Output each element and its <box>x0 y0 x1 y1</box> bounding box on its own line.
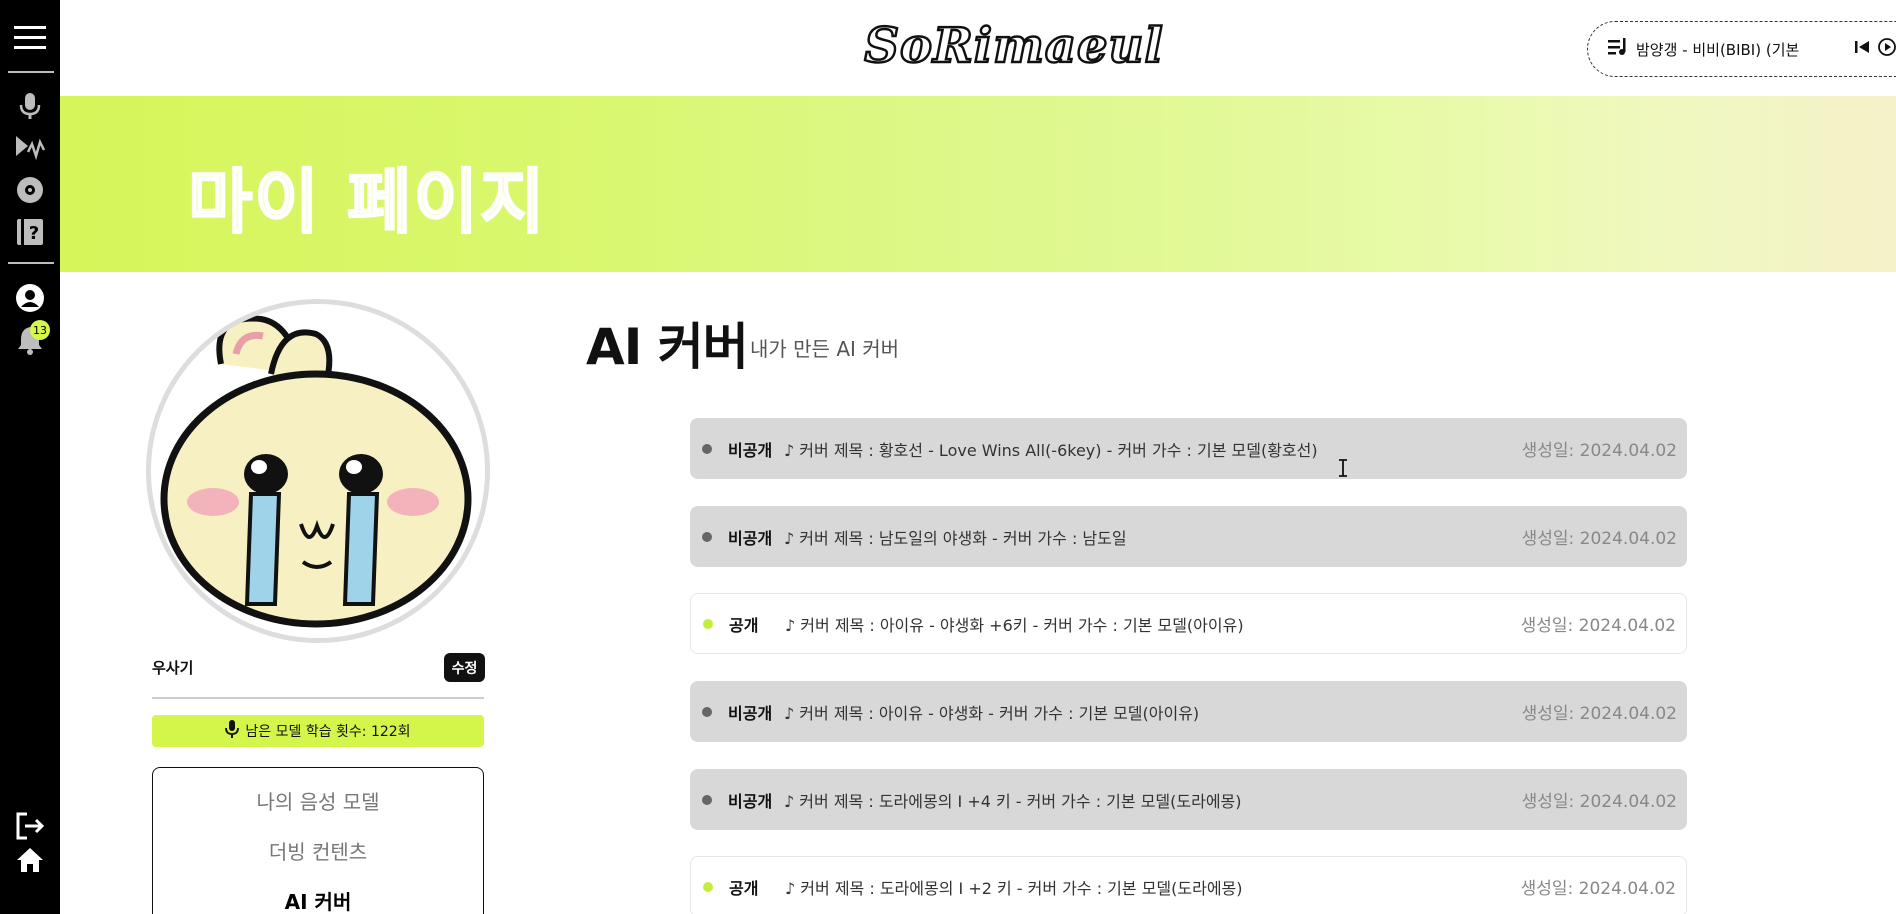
cover-created-date: 생성일: 2024.04.02 <box>1521 792 1677 812</box>
cover-row[interactable]: 공개 ♪ 커버 제목 : 아이유 - 야생화 +6키 - 커버 가수 : 기본 모… <box>690 593 1687 654</box>
cover-row[interactable]: 공개 ♪ 커버 제목 : 도라에몽의 I +2 키 - 커버 가수 : 기본 모델… <box>690 856 1687 914</box>
cover-created-date: 생성일: 2024.04.02 <box>1521 441 1677 461</box>
home-icon[interactable] <box>12 842 48 878</box>
svg-text:SoRimaeul: SoRimaeul <box>864 18 1163 74</box>
edit-profile-button[interactable]: 수정 <box>444 653 485 682</box>
status-dot-icon <box>702 443 712 454</box>
previous-icon[interactable] <box>1854 39 1870 59</box>
status-dot-icon <box>702 531 712 542</box>
cover-status-badge: 비공개 <box>728 440 773 460</box>
menu-icon[interactable] <box>12 20 48 56</box>
cover-row[interactable]: 비공개 ♪ 커버 제목 : 도라에몽의 I +4 키 - 커버 가수 : 기본 모… <box>690 769 1687 830</box>
menu-item-dubbing-contents[interactable]: 더빙 컨텐츠 <box>153 836 483 865</box>
banner-title: 마이 페이지 <box>187 160 547 244</box>
cover-status-badge: 비공개 <box>728 528 773 548</box>
text-cursor-icon <box>1338 459 1348 477</box>
sidebar: ? 13 <box>0 0 60 914</box>
page-title: AI 커버 <box>586 318 749 376</box>
cover-status-badge: 비공개 <box>728 791 773 811</box>
cover-status-badge: 공개 <box>729 878 759 898</box>
cover-created-date: 생성일: 2024.04.02 <box>1521 529 1677 549</box>
menu-item-ai-cover[interactable]: AI 커버 <box>153 886 483 914</box>
cover-title: ♪ 커버 제목 : 도라에몽의 I +4 키 - 커버 가수 : 기본 모델(도… <box>784 791 1242 811</box>
model-training-count-label: 남은 모델 학습 횟수: 122회 <box>245 724 411 740</box>
cover-title: ♪ 커버 제목 : 남도일의 야생화 - 커버 가수 : 남도일 <box>784 528 1127 548</box>
cover-status-badge: 비공개 <box>728 703 773 723</box>
microphone-icon <box>225 720 240 742</box>
playlist-icon[interactable] <box>1608 38 1628 60</box>
logout-icon[interactable] <box>12 808 48 844</box>
model-training-count: 남은 모델 학습 횟수: 122회 <box>152 715 484 747</box>
svg-text:?: ? <box>29 223 39 244</box>
microphone-icon[interactable] <box>12 88 48 124</box>
player-track-title: 밤양갱 - 비비(BIBI) (기본 <box>1636 40 1800 59</box>
site-logo[interactable]: SoRimaeul <box>854 14 1174 80</box>
page-subtitle: 내가 만든 AI 커버 <box>750 337 900 361</box>
voice-wave-icon[interactable] <box>12 130 48 166</box>
status-dot-icon <box>702 706 712 717</box>
status-dot-icon <box>703 618 713 629</box>
notification-badge: 13 <box>30 320 50 340</box>
cover-row[interactable]: 비공개 ♪ 커버 제목 : 남도일의 야생화 - 커버 가수 : 남도일 생성일: … <box>690 506 1687 567</box>
music-player[interactable]: 밤양갱 - 비비(BIBI) (기본 <box>1587 21 1896 77</box>
avatar <box>146 299 490 643</box>
cover-title: ♪ 커버 제목 : 아이유 - 야생화 +6키 - 커버 가수 : 기본 모델(… <box>785 615 1244 635</box>
cover-row[interactable]: 비공개 ♪ 커버 제목 : 아이유 - 야생화 - 커버 가수 : 기본 모델(아… <box>690 681 1687 742</box>
profile-menu: 나의 음성 모델 더빙 컨텐츠 AI 커버 <box>152 767 484 914</box>
cover-title: ♪ 커버 제목 : 도라에몽의 I +2 키 - 커버 가수 : 기본 모델(도… <box>785 878 1243 898</box>
account-icon[interactable] <box>12 280 48 316</box>
cover-title: ♪ 커버 제목 : 아이유 - 야생화 - 커버 가수 : 기본 모델(아이유) <box>784 703 1200 723</box>
play-icon[interactable] <box>1878 38 1896 60</box>
sidebar-divider <box>8 262 54 264</box>
profile-divider <box>152 697 484 699</box>
cover-created-date: 생성일: 2024.04.02 <box>1520 879 1676 899</box>
top-header: SoRimaeul 밤양갱 - 비비(BIBI) (기본 <box>60 0 1896 96</box>
disc-icon[interactable] <box>12 172 48 208</box>
help-icon[interactable]: ? <box>12 214 48 250</box>
menu-item-voice-models[interactable]: 나의 음성 모델 <box>153 786 483 815</box>
profile-username: 우사기 <box>152 659 194 677</box>
cover-status-badge: 공개 <box>729 615 759 635</box>
cover-created-date: 생성일: 2024.04.02 <box>1520 616 1676 636</box>
status-dot-icon <box>703 881 713 892</box>
sidebar-divider <box>8 71 54 73</box>
status-dot-icon <box>702 794 712 805</box>
page-banner: 마이 페이지 <box>60 96 1896 272</box>
cover-created-date: 생성일: 2024.04.02 <box>1521 704 1677 724</box>
cover-row[interactable]: 비공개 ♪ 커버 제목 : 황호선 - Love Wins All(-6key) … <box>690 418 1687 479</box>
cover-title: ♪ 커버 제목 : 황호선 - Love Wins All(-6key) - 커… <box>784 440 1318 460</box>
